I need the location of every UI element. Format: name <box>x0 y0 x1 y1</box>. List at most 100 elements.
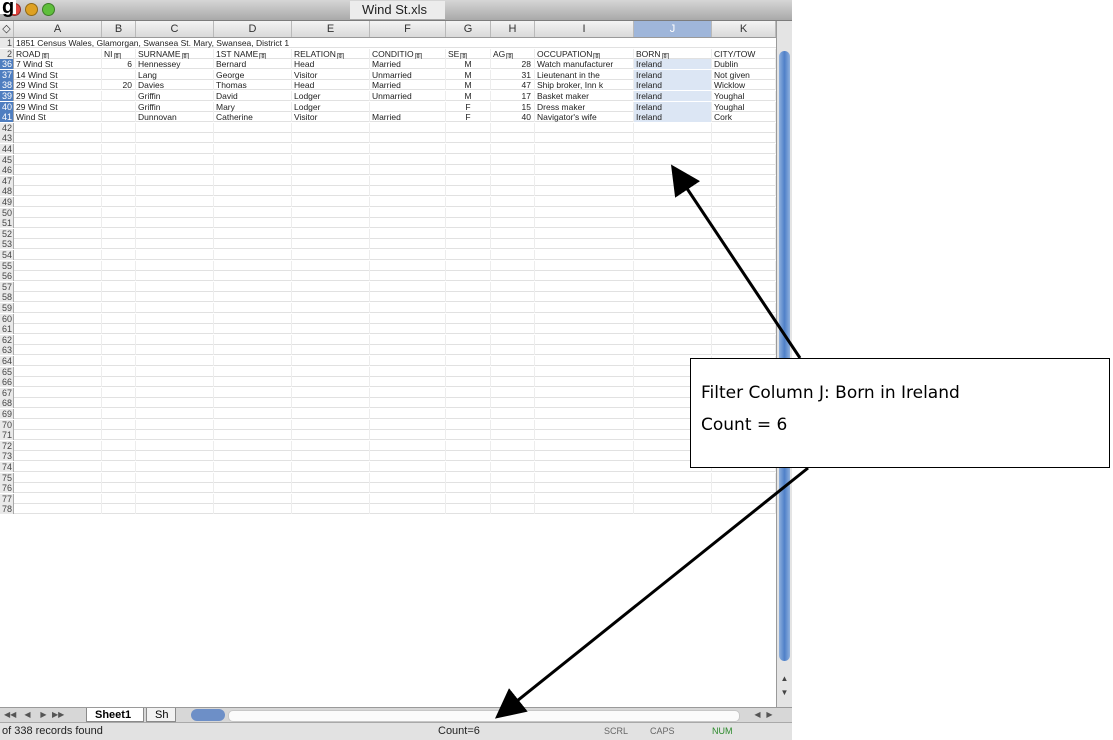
empty-cell[interactable] <box>136 430 214 441</box>
row-number[interactable]: 70 <box>0 419 14 430</box>
empty-cell[interactable] <box>634 186 712 197</box>
empty-cell[interactable] <box>370 440 446 451</box>
empty-cell[interactable] <box>491 303 535 313</box>
empty-cell[interactable] <box>14 218 102 229</box>
empty-cell[interactable] <box>136 419 214 430</box>
empty-cell[interactable] <box>634 292 712 303</box>
empty-cell[interactable] <box>14 430 102 441</box>
empty-cell[interactable] <box>292 409 370 419</box>
cell-a[interactable]: 14 Wind St <box>14 69 102 80</box>
column-header-d[interactable]: D <box>214 21 292 37</box>
row-number[interactable]: 43 <box>0 133 14 144</box>
empty-cell[interactable] <box>712 324 776 335</box>
cell-e[interactable]: Lodger <box>292 91 370 101</box>
empty-cell[interactable] <box>634 122 712 133</box>
empty-cell[interactable] <box>712 197 776 207</box>
cell-f[interactable]: Unmarried <box>370 91 446 101</box>
row-number[interactable]: 58 <box>0 292 14 303</box>
cell-e[interactable]: Head <box>292 80 370 91</box>
empty-cell[interactable] <box>214 334 292 345</box>
empty-cell[interactable] <box>370 292 446 303</box>
empty-cell[interactable] <box>535 133 634 144</box>
empty-cell[interactable] <box>102 440 136 451</box>
empty-cell[interactable] <box>370 398 446 409</box>
empty-cell[interactable] <box>535 292 634 303</box>
empty-cell[interactable] <box>214 409 292 419</box>
empty-cell[interactable] <box>214 175 292 186</box>
empty-cell[interactable] <box>491 313 535 324</box>
empty-cell[interactable] <box>491 377 535 388</box>
empty-cell[interactable] <box>634 165 712 176</box>
header-cell-e[interactable]: RELATION ⇕ <box>292 48 370 59</box>
empty-cell[interactable] <box>292 144 370 154</box>
empty-cell[interactable] <box>292 165 370 176</box>
scroll-up-arrow-icon[interactable]: ▲ <box>779 673 790 685</box>
empty-cell[interactable] <box>292 324 370 335</box>
empty-cell[interactable] <box>535 398 634 409</box>
row-number[interactable]: 73 <box>0 451 14 462</box>
empty-cell[interactable] <box>102 154 136 165</box>
empty-cell[interactable] <box>712 313 776 324</box>
cell-f[interactable] <box>370 101 446 112</box>
empty-cell[interactable] <box>102 419 136 430</box>
header-cell-d[interactable]: 1ST NAME ⇕ <box>214 48 292 59</box>
header-cell-g[interactable]: SE ⇕ <box>446 48 491 59</box>
empty-cell[interactable] <box>491 493 535 504</box>
empty-cell[interactable] <box>370 345 446 356</box>
empty-cell[interactable] <box>214 440 292 451</box>
empty-cell[interactable] <box>634 313 712 324</box>
empty-cell[interactable] <box>292 462 370 472</box>
empty-cell[interactable] <box>446 345 491 356</box>
row-number[interactable]: 62 <box>0 334 14 345</box>
empty-cell[interactable] <box>14 377 102 388</box>
empty-cell[interactable] <box>14 366 102 377</box>
empty-cell[interactable] <box>712 281 776 292</box>
empty-cell[interactable] <box>136 377 214 388</box>
empty-cell[interactable] <box>370 271 446 282</box>
cell-j[interactable]: Ireland <box>634 91 712 101</box>
column-header-b[interactable]: B <box>102 21 136 37</box>
empty-cell[interactable] <box>370 218 446 229</box>
empty-cell[interactable] <box>102 493 136 504</box>
row-number[interactable]: 48 <box>0 186 14 197</box>
empty-cell[interactable] <box>292 250 370 260</box>
empty-cell[interactable] <box>634 175 712 186</box>
empty-cell[interactable] <box>136 462 214 472</box>
cell-j[interactable]: Ireland <box>634 101 712 112</box>
empty-cell[interactable] <box>446 197 491 207</box>
row-number[interactable]: 68 <box>0 398 14 409</box>
row-number[interactable]: 75 <box>0 472 14 483</box>
empty-cell[interactable] <box>446 377 491 388</box>
cell-g[interactable]: F <box>446 101 491 112</box>
empty-cell[interactable] <box>292 504 370 515</box>
empty-cell[interactable] <box>136 239 214 250</box>
empty-cell[interactable] <box>712 218 776 229</box>
empty-cell[interactable] <box>214 419 292 430</box>
empty-cell[interactable] <box>446 122 491 133</box>
cell-j[interactable]: Ireland <box>634 112 712 123</box>
empty-cell[interactable] <box>712 260 776 271</box>
empty-cell[interactable] <box>634 144 712 154</box>
empty-cell[interactable] <box>712 207 776 218</box>
empty-cell[interactable] <box>136 303 214 313</box>
empty-cell[interactable] <box>102 186 136 197</box>
empty-cell[interactable] <box>102 292 136 303</box>
empty-cell[interactable] <box>446 303 491 313</box>
empty-cell[interactable] <box>14 472 102 483</box>
empty-cell[interactable] <box>634 504 712 515</box>
empty-cell[interactable] <box>491 345 535 356</box>
empty-cell[interactable] <box>491 122 535 133</box>
column-header-a[interactable]: A <box>14 21 102 37</box>
empty-cell[interactable] <box>14 334 102 345</box>
empty-cell[interactable] <box>136 175 214 186</box>
empty-cell[interactable] <box>712 165 776 176</box>
empty-cell[interactable] <box>535 409 634 419</box>
empty-cell[interactable] <box>446 409 491 419</box>
empty-cell[interactable] <box>292 313 370 324</box>
autofilter-dropdown-icon[interactable]: ⇕ <box>506 52 514 59</box>
row-number[interactable]: 39 <box>0 91 14 101</box>
empty-cell[interactable] <box>370 303 446 313</box>
empty-cell[interactable] <box>491 440 535 451</box>
empty-cell[interactable] <box>214 483 292 494</box>
cell-k[interactable]: Cork <box>712 112 776 123</box>
